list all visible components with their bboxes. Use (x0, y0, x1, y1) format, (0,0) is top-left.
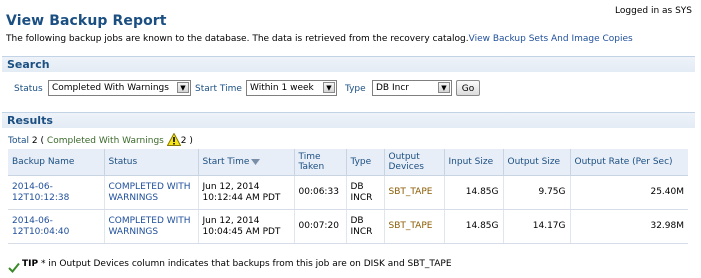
completed-with-warnings-link[interactable]: Completed With Warnings (47, 136, 164, 146)
start-clock: 10:12:44 AM PDT (202, 192, 281, 203)
start-time-label: Start Time (195, 84, 242, 94)
backup-name-link[interactable]: 2014-06-12T10:04:40 (12, 216, 69, 237)
table-row: 2014-06-12T10:12:38 COMPLETED WITH WARNIN… (8, 175, 688, 210)
view-backup-sets-link[interactable]: View Backup Sets And Image Copies (469, 34, 633, 44)
cell-output-size: 9.75G (502, 175, 570, 210)
table-row: 2014-06-12T10:04:40 COMPLETED WITH WARNIN… (8, 209, 688, 244)
cell-input-size: 14.85G (443, 175, 503, 210)
cell-output-size: 14.17G (502, 209, 570, 244)
type-label: Type (345, 84, 366, 94)
status-line1: COMPLETED WITH (108, 181, 191, 192)
cell-start-time: Jun 12, 2014 10:12:44 AM PDT (197, 175, 294, 210)
chevron-down-icon: ▼ (177, 82, 189, 93)
warnings-count: 2 (180, 136, 187, 146)
cell-input-size: 14.85G (443, 209, 503, 244)
page: Logged in as SYS View Backup Report The … (0, 0, 701, 278)
backup-name-link[interactable]: 2014-06-12T10:12:38 (12, 182, 69, 203)
column-header-output-rate[interactable]: Output Rate (Per Sec) (569, 149, 688, 176)
description-text: The following backup jobs are known to t… (6, 34, 469, 44)
time-taken-line2: Taken (298, 162, 325, 172)
start-time-select[interactable]: Within 1 week ▼ (246, 80, 337, 96)
time-taken-line1: Time (298, 152, 321, 162)
status-link[interactable]: COMPLETED WITH WARNINGS (109, 182, 191, 203)
total-count: 2 (31, 136, 38, 146)
results-section-header: Results (2, 112, 695, 128)
column-header-start-time[interactable]: Start Time (197, 149, 294, 176)
type-line1: DB (350, 215, 364, 226)
start-date: Jun 12, 2014 (202, 181, 260, 192)
chevron-down-icon: ▼ (438, 82, 450, 93)
cell-status: COMPLETED WITH WARNINGS (103, 209, 198, 244)
column-header-start-time-label: Start Time (202, 156, 250, 167)
logged-in-status: Logged in as SYS (615, 6, 692, 16)
start-time-select-value: Within 1 week (250, 83, 314, 93)
chevron-down-icon: ▼ (323, 82, 335, 93)
cell-output-rate: 25.40M (569, 175, 688, 210)
status-label: Status (14, 84, 43, 94)
results-summary: Total 2 ( Completed With Warnings 2 ) (8, 132, 193, 149)
checkmark-icon (8, 258, 20, 277)
column-header-output-devices[interactable]: Output Devices (383, 149, 444, 176)
warning-icon (166, 132, 182, 149)
column-header-time-taken[interactable]: Time Taken (293, 149, 346, 176)
output-devices-line1: Output (388, 152, 420, 162)
column-header-backup-name[interactable]: Backup Name (8, 149, 104, 176)
close-paren: ) (189, 136, 193, 146)
output-devices-line2: Devices (388, 162, 424, 172)
type-select-value: DB Incr (376, 83, 409, 93)
cell-output-devices: SBT_TAPE (383, 209, 444, 244)
output-device-link[interactable]: SBT_TAPE (389, 187, 433, 197)
page-description: The following backup jobs are known to t… (6, 34, 633, 44)
results-table: Backup Name Status Start Time Time Taken … (8, 149, 688, 244)
status-select[interactable]: Completed With Warnings ▼ (48, 80, 191, 96)
results-section-title: Results (7, 114, 53, 127)
sort-descending-icon (251, 158, 261, 168)
column-header-input-size[interactable]: Input Size (443, 149, 503, 176)
cell-output-devices: SBT_TAPE (383, 175, 444, 210)
status-link[interactable]: COMPLETED WITH WARNINGS (109, 216, 191, 237)
status-line2: WARNINGS (108, 226, 159, 237)
tip-label: TIP (22, 259, 39, 269)
type-select[interactable]: DB Incr ▼ (372, 80, 452, 96)
cell-time-taken: 00:07:20 (293, 209, 346, 244)
column-header-status[interactable]: Status (103, 149, 198, 176)
total-label: Total (8, 136, 30, 146)
status-line2: WARNINGS (108, 192, 159, 203)
tip-text: * in Output Devices column indicates tha… (38, 259, 452, 269)
cell-backup-name: 2014-06-12T10:12:38 (8, 175, 104, 210)
tip-note: TIP * in Output Devices column indicates… (22, 259, 452, 269)
status-select-value: Completed With Warnings (52, 83, 169, 93)
cell-output-rate: 32.98M (569, 209, 688, 244)
cell-type: DB INCR (345, 175, 384, 210)
go-button[interactable]: Go (456, 80, 480, 96)
page-title: View Backup Report (6, 13, 167, 29)
type-line2: INCR (350, 192, 373, 203)
search-section-header: Search (2, 56, 695, 72)
cell-backup-name: 2014-06-12T10:04:40 (8, 209, 104, 244)
open-paren: ( (40, 136, 45, 146)
type-line2: INCR (350, 226, 373, 237)
cell-status: COMPLETED WITH WARNINGS (103, 175, 198, 210)
status-line1: COMPLETED WITH (108, 215, 191, 226)
output-device-link[interactable]: SBT_TAPE (389, 221, 433, 231)
start-clock: 10:04:45 AM PDT (202, 226, 281, 237)
column-header-output-size[interactable]: Output Size (502, 149, 570, 176)
cell-time-taken: 00:06:33 (293, 175, 346, 210)
start-date: Jun 12, 2014 (202, 215, 260, 226)
search-section-title: Search (7, 58, 50, 71)
cell-start-time: Jun 12, 2014 10:04:45 AM PDT (197, 209, 294, 244)
type-line1: DB (350, 181, 364, 192)
table-header-row: Backup Name Status Start Time Time Taken … (8, 149, 688, 176)
cell-type: DB INCR (345, 209, 384, 244)
column-header-type[interactable]: Type (345, 149, 384, 176)
